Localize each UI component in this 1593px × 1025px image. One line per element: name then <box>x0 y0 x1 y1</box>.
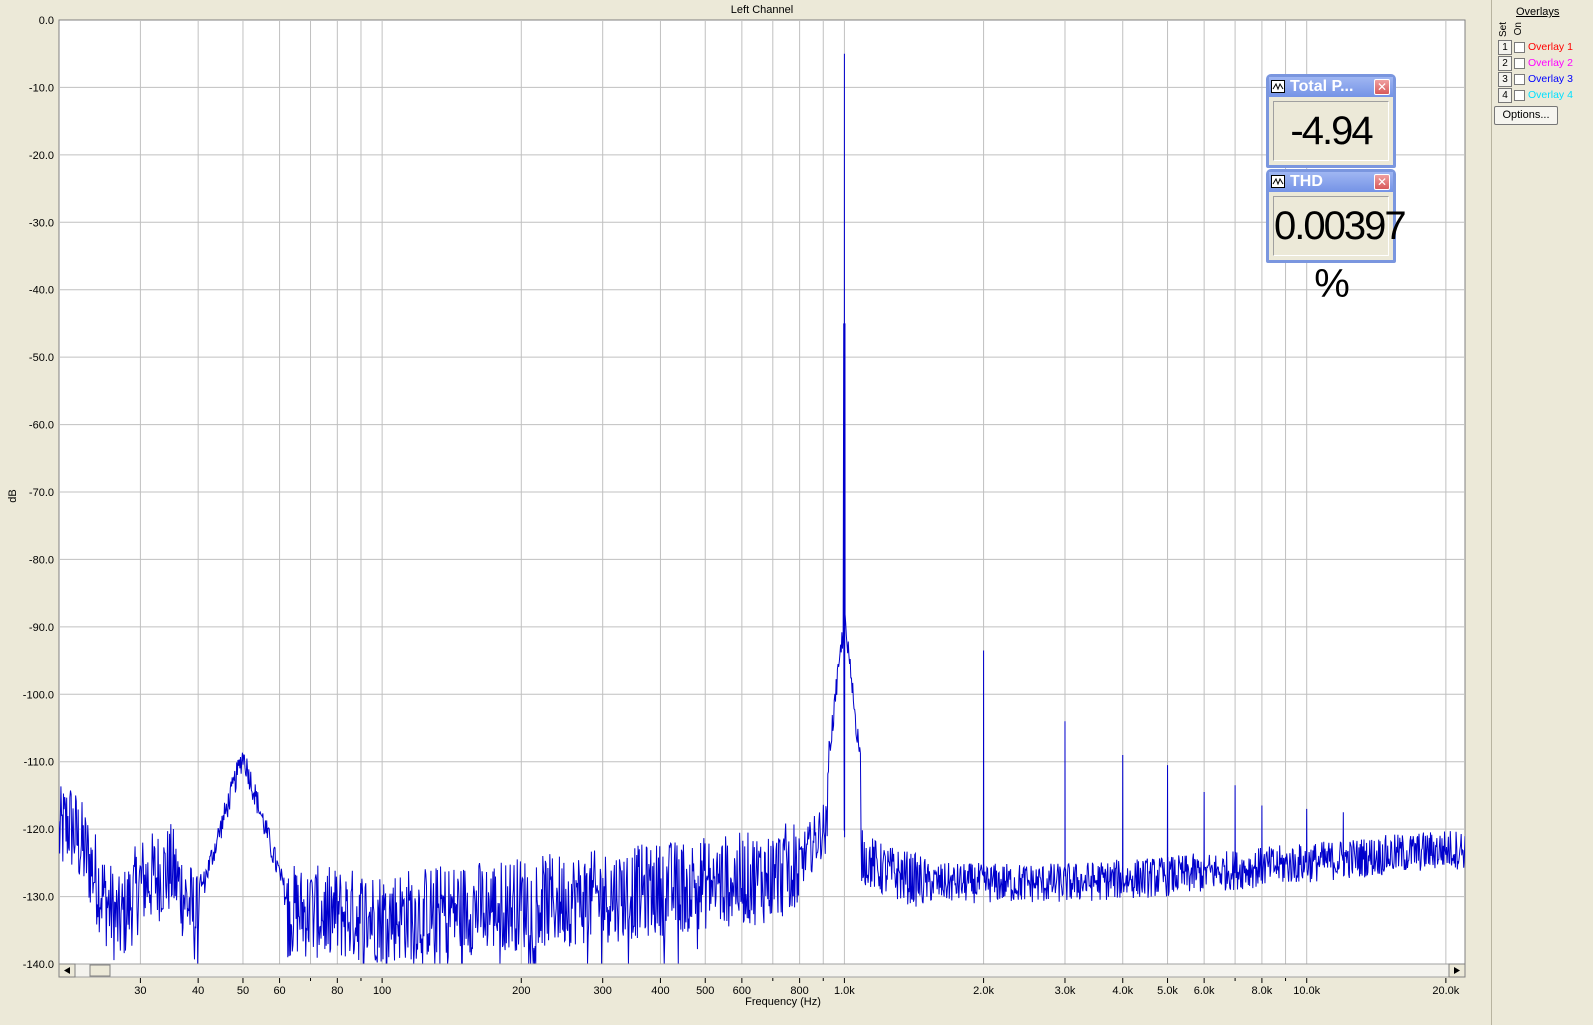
x-tick-label: 5.0k <box>1157 985 1178 997</box>
x-tick-label: 400 <box>651 985 669 997</box>
x-tick-label: 500 <box>696 985 714 997</box>
readout-title: Total P... <box>1290 78 1354 95</box>
overlay-row: 2 Overlay 2 <box>1498 56 1593 71</box>
y-tick-label: -30.0 <box>29 217 54 229</box>
overlay-label: Overlay 4 <box>1528 89 1573 101</box>
x-tick-label: 10.0k <box>1293 985 1320 997</box>
meter-icon <box>1271 175 1285 188</box>
y-tick-label: -10.0 <box>29 82 54 94</box>
x-tick-label: 80 <box>331 985 343 997</box>
overlay-checkbox[interactable] <box>1514 58 1525 69</box>
y-axis-label: dB <box>7 489 19 502</box>
y-tick-label: -40.0 <box>29 285 54 297</box>
x-tick-label: 1.0k <box>834 985 855 997</box>
overlay-label: Overlay 1 <box>1528 41 1573 53</box>
x-tick-label: 3.0k <box>1055 985 1076 997</box>
x-tick-label: 50 <box>237 985 249 997</box>
options-button[interactable]: Options... <box>1494 106 1558 125</box>
overlay-set-button[interactable]: 2 <box>1498 56 1512 71</box>
x-tick-label: 300 <box>594 985 612 997</box>
overlay-checkbox[interactable] <box>1514 42 1525 53</box>
total-power-readout[interactable]: Total P... ✕ -4.94 dB <box>1266 74 1396 211</box>
overlay-label: Overlay 3 <box>1528 73 1573 85</box>
overlay-row: 4 Overlay 4 <box>1498 88 1593 103</box>
overlay-set-button[interactable]: 3 <box>1498 72 1512 87</box>
readout-titlebar[interactable]: Total P... ✕ <box>1269 77 1393 97</box>
thd-value: 0.00397 % <box>1273 196 1407 306</box>
meter-icon <box>1271 80 1285 93</box>
x-tick-label: 2.0k <box>973 985 994 997</box>
overlay-checkbox[interactable] <box>1514 74 1525 85</box>
chart-title: Left Channel <box>731 4 793 16</box>
y-tick-label: -140.0 <box>23 959 54 971</box>
x-tick-label: 100 <box>373 985 391 997</box>
overlay-row: 1 Overlay 1 <box>1498 40 1593 55</box>
overlay-set-button[interactable]: 4 <box>1498 88 1512 103</box>
x-tick-label: 8.0k <box>1252 985 1273 997</box>
on-column-header: On <box>1513 22 1524 36</box>
x-axis-label: Frequency (Hz) <box>745 996 821 1008</box>
thd-readout[interactable]: THD ✕ 0.00397 % <box>1266 169 1407 306</box>
y-tick-label: -130.0 <box>23 892 54 904</box>
scroll-thumb[interactable] <box>89 964 111 977</box>
y-tick-label: -80.0 <box>29 554 54 566</box>
y-tick-label: -110.0 <box>24 757 54 769</box>
close-icon[interactable]: ✕ <box>1374 174 1390 190</box>
readout-titlebar[interactable]: THD ✕ <box>1269 172 1393 192</box>
overlay-set-button[interactable]: 1 <box>1498 40 1512 55</box>
x-tick-label: 20.0k <box>1432 985 1459 997</box>
y-tick-label: -70.0 <box>29 487 54 499</box>
y-tick-label: 0.0 <box>39 15 54 27</box>
overlay-checkbox[interactable] <box>1514 90 1525 101</box>
close-icon[interactable]: ✕ <box>1374 79 1390 95</box>
x-tick-label: 60 <box>273 985 285 997</box>
y-tick-label: -60.0 <box>29 420 54 432</box>
x-tick-label: 6.0k <box>1194 985 1215 997</box>
overlays-title: Overlays <box>1516 6 1560 18</box>
x-tick-label: 4.0k <box>1112 985 1133 997</box>
y-tick-label: -50.0 <box>29 352 54 364</box>
horizontal-scrollbar[interactable] <box>58 963 1466 978</box>
overlay-row: 3 Overlay 3 <box>1498 72 1593 87</box>
y-tick-label: -20.0 <box>29 150 54 162</box>
set-column-header: Set <box>1498 22 1509 38</box>
x-tick-label: 30 <box>134 985 146 997</box>
overlays-panel: Overlays Set On 1 Overlay 1 2 Overlay 2 3 Ove… <box>1491 0 1593 1025</box>
total-power-value: -4.94 dB <box>1273 101 1389 211</box>
overlay-label: Overlay 2 <box>1528 57 1573 69</box>
readout-title: THD <box>1290 173 1323 190</box>
x-tick-label: 200 <box>512 985 530 997</box>
y-tick-label: -120.0 <box>23 824 54 836</box>
x-tick-label: 40 <box>192 985 204 997</box>
y-tick-label: -100.0 <box>23 689 54 701</box>
y-tick-label: -90.0 <box>29 622 54 634</box>
